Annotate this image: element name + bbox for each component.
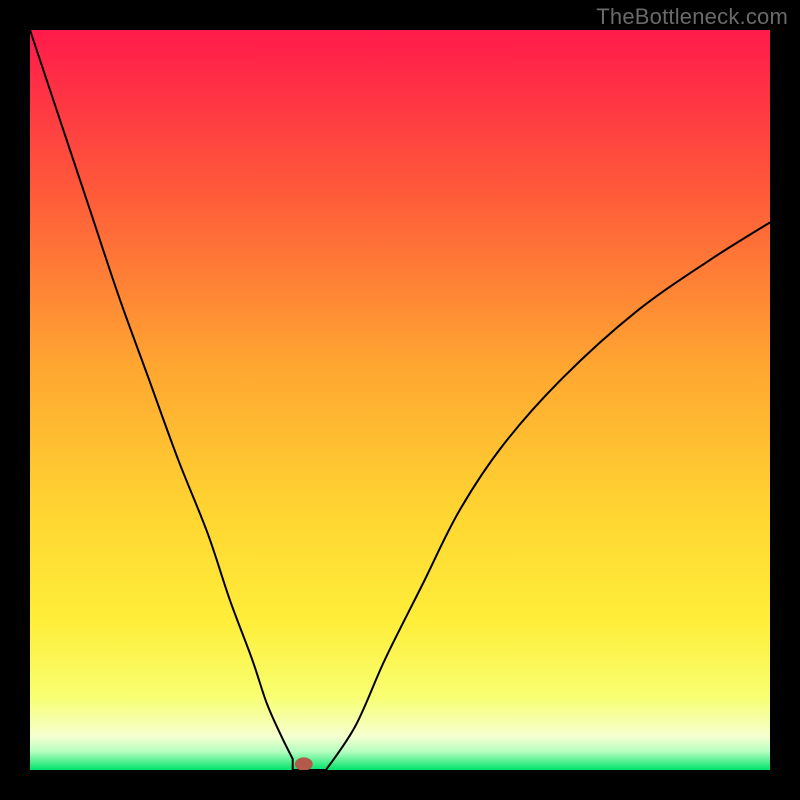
gradient-background <box>30 30 770 770</box>
bottleneck-chart <box>30 30 770 770</box>
plot-area <box>30 30 770 770</box>
chart-frame: TheBottleneck.com <box>0 0 800 800</box>
watermark-text: TheBottleneck.com <box>596 4 788 30</box>
